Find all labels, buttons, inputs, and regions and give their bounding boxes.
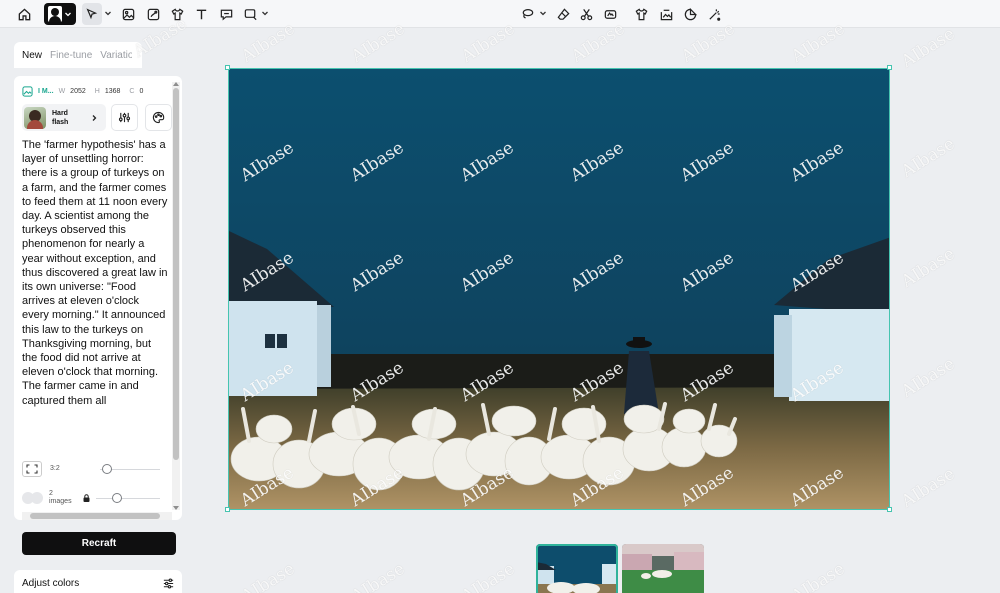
- settings-sliders-button[interactable]: [111, 104, 138, 131]
- resize-handle-top-left[interactable]: [225, 65, 230, 70]
- magic-icon[interactable]: [704, 4, 724, 24]
- vectorize-icon[interactable]: [600, 4, 620, 24]
- watermark-text: AIbase: [898, 463, 959, 512]
- watermark-text: AIbase: [348, 558, 409, 593]
- lock-icon[interactable]: [83, 494, 90, 502]
- image-count-value: 2: [49, 490, 53, 497]
- eraser-icon[interactable]: [553, 4, 573, 24]
- chevron-down-icon[interactable]: [261, 9, 269, 17]
- recraft-button[interactable]: Recraft: [22, 532, 176, 555]
- style-name: Hard flash: [52, 109, 69, 126]
- style-selector[interactable]: Hard flash: [22, 104, 106, 131]
- mockup-shirt-icon[interactable]: [167, 4, 187, 24]
- image-type-label: I M...: [38, 87, 54, 95]
- remove-bg-icon[interactable]: [656, 4, 676, 24]
- c-label: C: [129, 87, 135, 95]
- watermark-text: AIbase: [458, 558, 519, 593]
- thumbnail-1[interactable]: [536, 544, 618, 593]
- color-palette-button[interactable]: [145, 104, 172, 131]
- width-label: W: [58, 87, 66, 95]
- prompt-textarea[interactable]: The 'farmer hypothesis' has a layer of u…: [22, 138, 168, 454]
- style-thumbnail: [24, 106, 46, 129]
- watermark-text: AIbase: [898, 23, 959, 72]
- image-count-unit: images: [49, 498, 72, 505]
- select-tool-button[interactable]: [82, 3, 102, 25]
- image-icon: [22, 85, 33, 97]
- style-avatar-button[interactable]: [44, 3, 76, 25]
- tab-new[interactable]: New: [22, 50, 42, 61]
- watermark-text: AIbase: [238, 558, 299, 593]
- chevron-down-icon: [65, 12, 71, 17]
- panel-horizontal-scrollbar[interactable]: [22, 512, 172, 520]
- tab-variations[interactable]: Variations: [100, 50, 132, 61]
- resize-handle-top-right[interactable]: [887, 65, 892, 70]
- frame-icon[interactable]: [240, 4, 260, 24]
- image-icon[interactable]: [118, 4, 138, 24]
- shirt-icon[interactable]: [631, 4, 651, 24]
- generation-mode-tabs: New Fine-tune Variations: [14, 42, 142, 68]
- generation-panel: I M... W 2052 H 1368 C 0 Hard flash The …: [14, 76, 182, 520]
- adjust-colors-section[interactable]: Adjust colors: [14, 570, 182, 593]
- resize-handle-bottom-right[interactable]: [887, 507, 892, 512]
- palette-icon: [152, 111, 165, 124]
- generated-image[interactable]: AIbase AIbase AIbase AIbase AIbase AIbas…: [228, 68, 890, 510]
- width-value[interactable]: 2052: [70, 88, 86, 95]
- aspect-ratio-slider-knob[interactable]: [102, 464, 112, 474]
- image-count-icon: [22, 490, 44, 506]
- height-value[interactable]: 1368: [105, 88, 121, 95]
- image-count-slider-knob[interactable]: [112, 493, 122, 503]
- thumbnail-2[interactable]: [622, 544, 704, 593]
- top-toolbar: [0, 0, 1000, 28]
- watermark-text: AIbase: [898, 353, 959, 402]
- watermark-text: AIbase: [898, 133, 959, 182]
- turkey-farm-scene: [229, 69, 889, 509]
- sticker-icon[interactable]: [680, 4, 700, 24]
- chevron-down-icon[interactable]: [539, 9, 547, 17]
- adjust-colors-label: Adjust colors: [22, 578, 80, 589]
- lasso-icon[interactable]: [517, 4, 537, 24]
- chat-icon[interactable]: [216, 4, 236, 24]
- c-value[interactable]: 0: [139, 88, 143, 95]
- avatar-style-icon: [48, 6, 62, 22]
- vector-icon[interactable]: [143, 4, 163, 24]
- resize-handle-bottom-left[interactable]: [225, 507, 230, 512]
- panel-vertical-scrollbar[interactable]: [172, 82, 180, 510]
- chevron-down-icon[interactable]: [104, 9, 112, 17]
- tab-fine-tune[interactable]: Fine-tune: [50, 50, 92, 61]
- watermark-text: AIbase: [898, 243, 959, 292]
- chevron-right-icon: [92, 114, 97, 121]
- text-icon[interactable]: [191, 4, 211, 24]
- image-count-slider[interactable]: [96, 498, 160, 499]
- home-icon[interactable]: [14, 4, 34, 24]
- watermark-text: AIbase: [788, 558, 849, 593]
- height-label: H: [94, 87, 100, 95]
- sliders-icon: [118, 112, 131, 123]
- select-arrow-icon: [86, 8, 98, 20]
- aspect-ratio-icon[interactable]: [22, 461, 42, 477]
- scissors-icon[interactable]: [576, 4, 596, 24]
- sliders-icon: [163, 578, 174, 589]
- variation-thumbnails: [536, 544, 706, 593]
- image-meta-row: I M... W 2052 H 1368 C 0: [22, 84, 172, 98]
